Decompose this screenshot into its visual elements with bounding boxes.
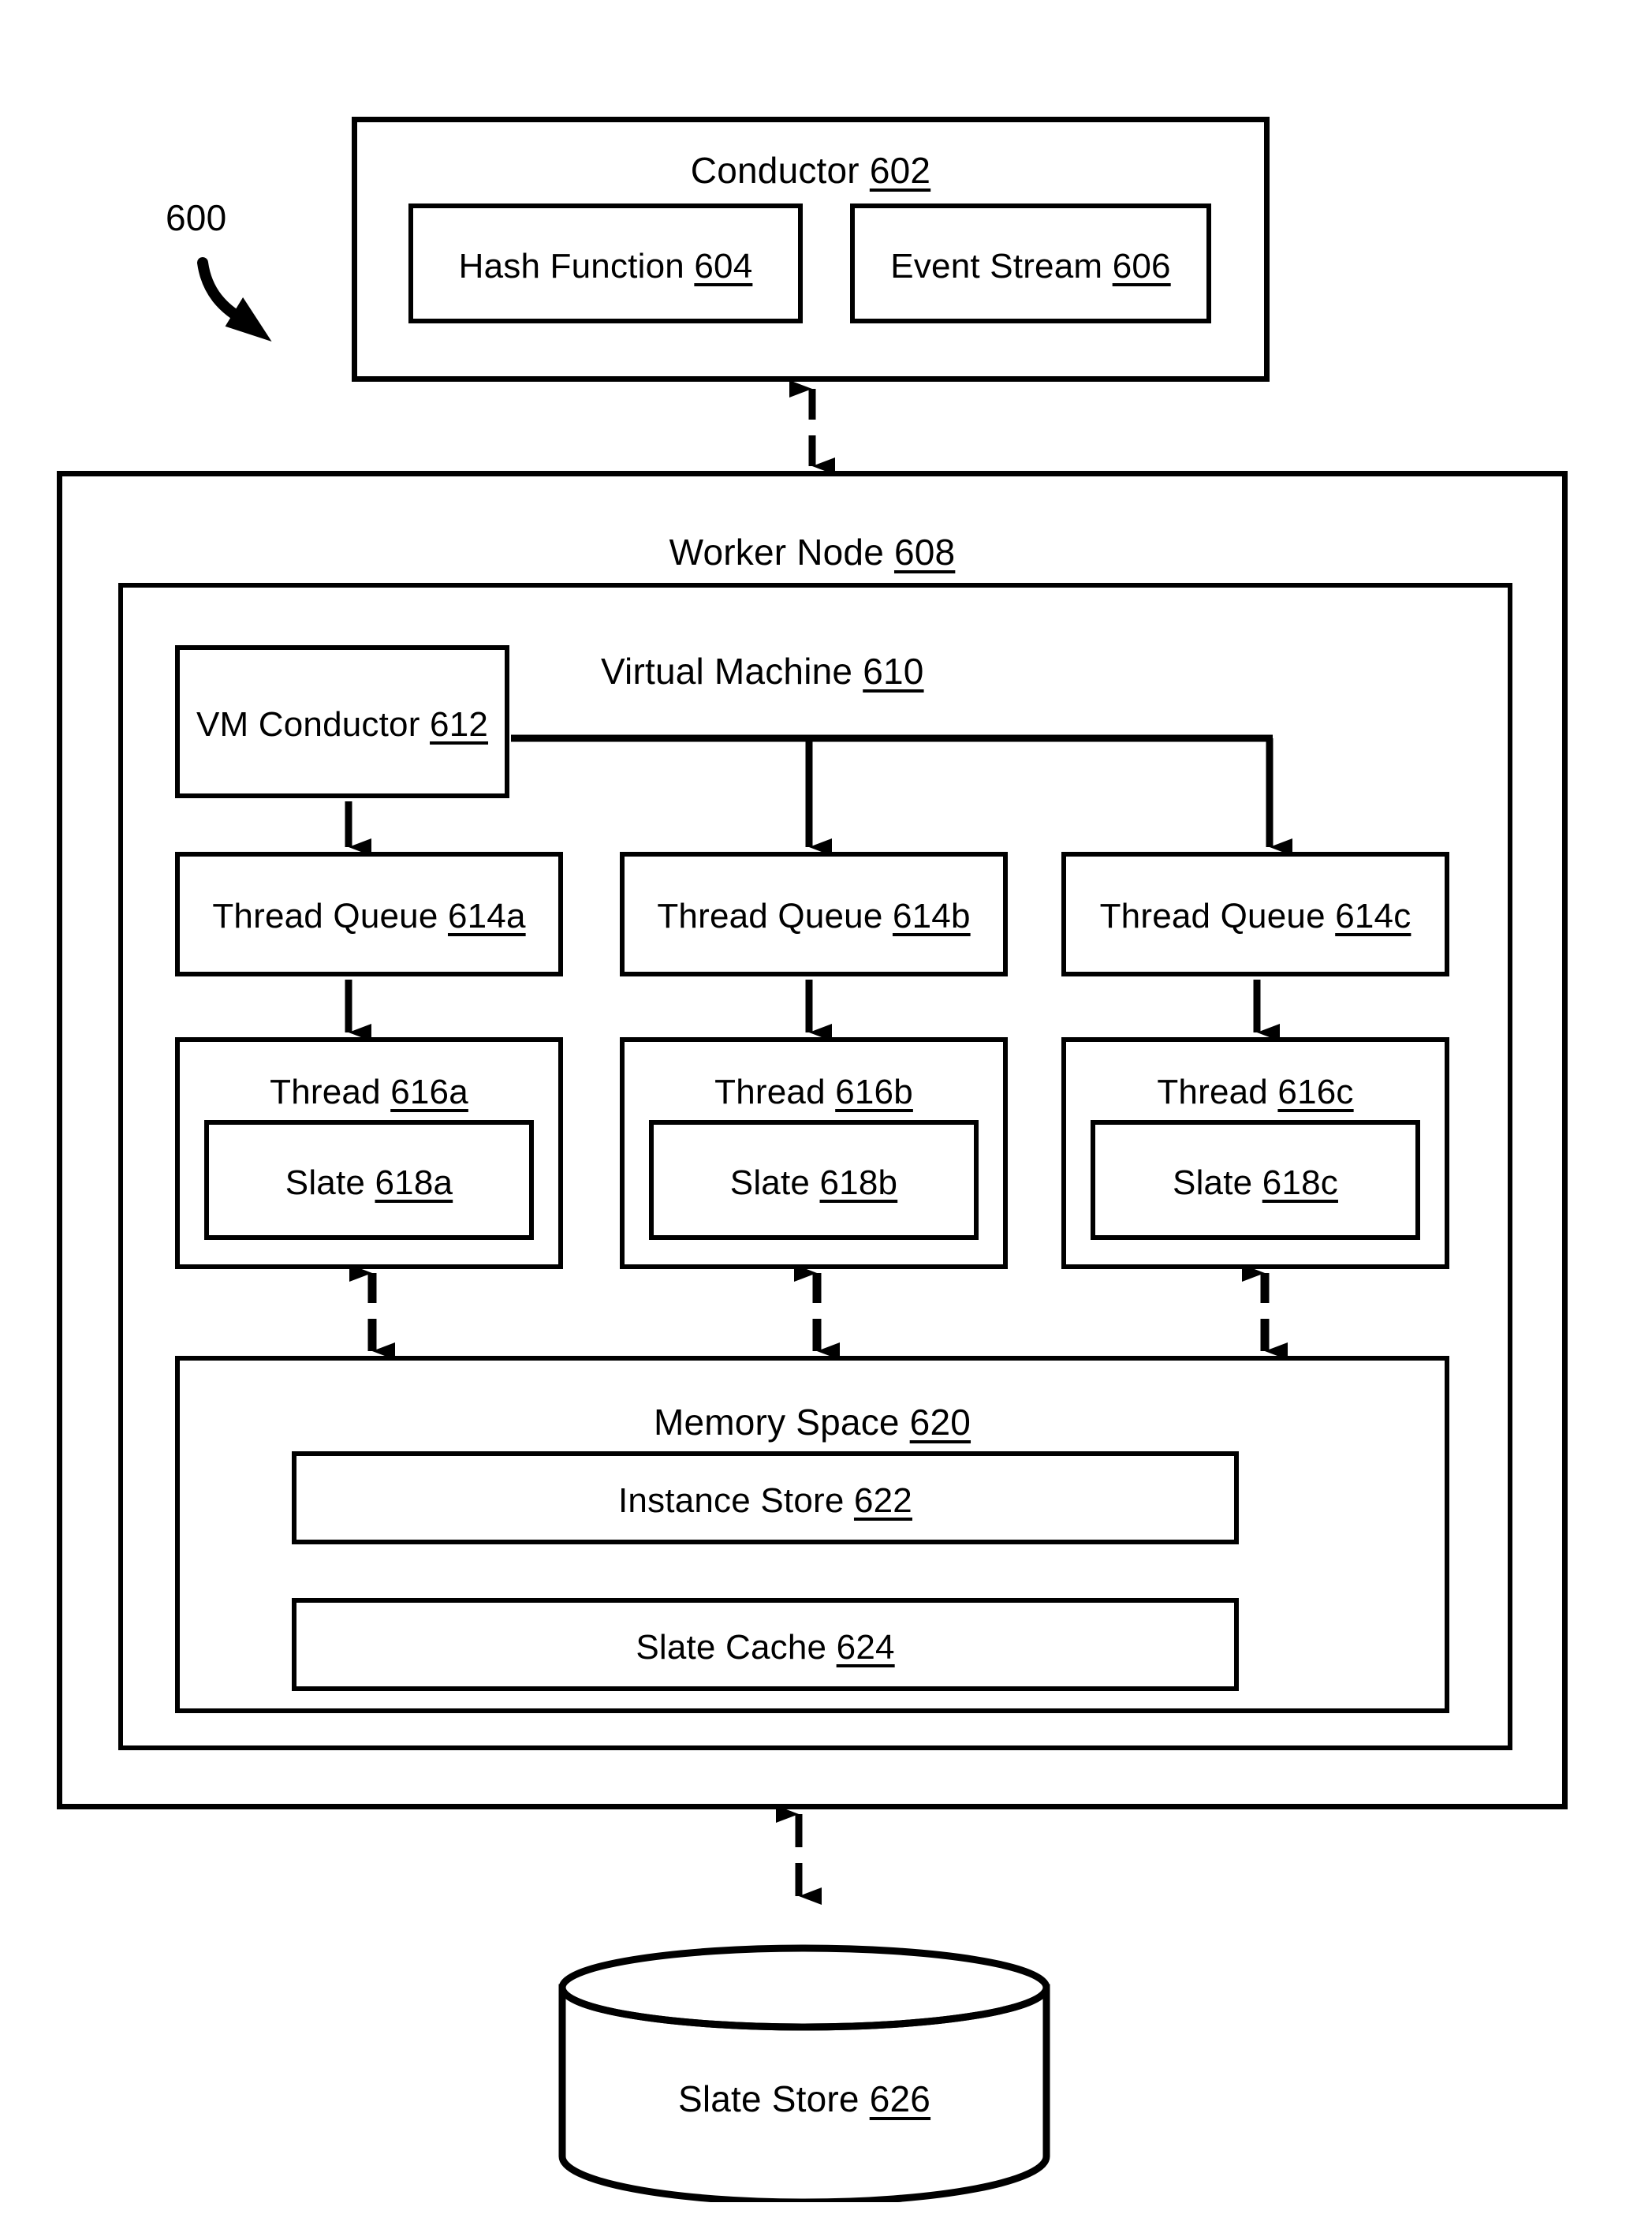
slate-label-b: Slate 618b	[654, 1166, 974, 1200]
thread-queue-title-b: Thread Queue	[657, 897, 883, 935]
thread-ref-c: 616c	[1277, 1073, 1354, 1111]
thread-label-c: Thread 616c	[1066, 1075, 1445, 1110]
thread-queue-title-a: Thread Queue	[212, 897, 438, 935]
instance-store-label: Instance Store 622	[296, 1484, 1234, 1518]
thread-label-a: Thread 616a	[180, 1075, 558, 1110]
slate-cache-ref: 624	[836, 1628, 895, 1667]
patent-figure-600: 600 Conductor 602 Hash Function 604 Even…	[0, 0, 1652, 2214]
worker-node-title-text: Worker Node	[669, 532, 884, 573]
worker-node-ref: 608	[893, 532, 956, 573]
thread-queue-label-a: Thread Queue 614a	[180, 899, 558, 934]
figure-number-label: 600	[166, 197, 227, 238]
slate-cache-label: Slate Cache 624	[296, 1630, 1234, 1665]
vm-conductor-label: VM Conductor 612	[180, 708, 505, 742]
vm-conductor-title-text: VM Conductor	[196, 705, 420, 744]
slate-cache-title-text: Slate Cache	[636, 1628, 827, 1667]
slate-store-label: Slate Store 626	[556, 2081, 1053, 2117]
worker-node-title: Worker Node 608	[62, 534, 1562, 570]
conductor-title-text: Conductor	[690, 150, 860, 191]
slate-store-title-text: Slate Store	[677, 2078, 860, 2119]
slate-cache-box: Slate Cache 624	[292, 1598, 1239, 1691]
slate-box-c: Slate 618c	[1091, 1120, 1420, 1240]
thread-queue-title-c: Thread Queue	[1099, 897, 1326, 935]
thread-ref-b: 616b	[835, 1073, 913, 1111]
conductor-ref: 602	[869, 150, 931, 191]
thread-queue-box-b: Thread Queue 614b	[620, 852, 1008, 976]
thread-title-a: Thread	[270, 1073, 381, 1111]
thread-queue-label-c: Thread Queue 614c	[1066, 899, 1445, 934]
instance-store-title-text: Instance Store	[618, 1481, 845, 1520]
hash-function-ref: 604	[694, 247, 753, 286]
thread-queue-box-c: Thread Queue 614c	[1061, 852, 1449, 976]
hash-function-title-text: Hash Function	[458, 247, 684, 286]
vm-conductor-box: VM Conductor 612	[175, 645, 509, 798]
slate-title-c: Slate	[1173, 1163, 1253, 1202]
vm-conductor-ref: 612	[430, 705, 489, 744]
instance-store-box: Instance Store 622	[292, 1451, 1239, 1544]
slate-title-b: Slate	[729, 1163, 811, 1202]
memory-space-ref: 620	[909, 1402, 971, 1443]
thread-queue-label-b: Thread Queue 614b	[625, 899, 1003, 934]
virtual-machine-ref: 610	[863, 651, 924, 692]
slate-ref-c: 618c	[1262, 1163, 1338, 1202]
hash-function-box: Hash Function 604	[408, 203, 803, 323]
thread-title-c: Thread	[1157, 1073, 1268, 1111]
thread-ref-a: 616a	[390, 1073, 468, 1111]
thread-label-b: Thread 616b	[625, 1075, 1003, 1110]
thread-title-b: Thread	[714, 1073, 826, 1111]
event-stream-box: Event Stream 606	[850, 203, 1211, 323]
slate-label-c: Slate 618c	[1095, 1166, 1415, 1200]
instance-store-ref: 622	[853, 1481, 912, 1520]
memory-space-title: Memory Space 620	[180, 1404, 1445, 1440]
slate-ref-a: 618a	[375, 1163, 453, 1202]
slate-label-a: Slate 618a	[209, 1166, 529, 1200]
figure-callout-arrow	[197, 257, 272, 342]
event-stream-title-text: Event Stream	[890, 247, 1103, 286]
conductor-title: Conductor 602	[357, 152, 1264, 189]
slate-box-b: Slate 618b	[649, 1120, 979, 1240]
hash-function-label: Hash Function 604	[413, 249, 798, 284]
slate-store-cylinder: Slate Store 626	[556, 1942, 1053, 2206]
memory-space-title-text: Memory Space	[653, 1402, 900, 1443]
virtual-machine-title-text: Virtual Machine	[601, 651, 853, 692]
slate-ref-b: 618b	[819, 1163, 898, 1202]
thread-queue-box-a: Thread Queue 614a	[175, 852, 563, 976]
slate-title-a: Slate	[285, 1163, 366, 1202]
thread-queue-ref-a: 614a	[447, 897, 526, 935]
thread-queue-ref-c: 614c	[1335, 897, 1411, 935]
slate-store-shape	[558, 1944, 1050, 2206]
virtual-machine-title: Virtual Machine 610	[601, 653, 924, 689]
event-stream-ref: 606	[1112, 247, 1171, 286]
event-stream-label: Event Stream 606	[855, 249, 1206, 284]
slate-store-ref: 626	[869, 2078, 931, 2119]
thread-queue-ref-b: 614b	[892, 897, 971, 935]
slate-box-a: Slate 618a	[204, 1120, 534, 1240]
